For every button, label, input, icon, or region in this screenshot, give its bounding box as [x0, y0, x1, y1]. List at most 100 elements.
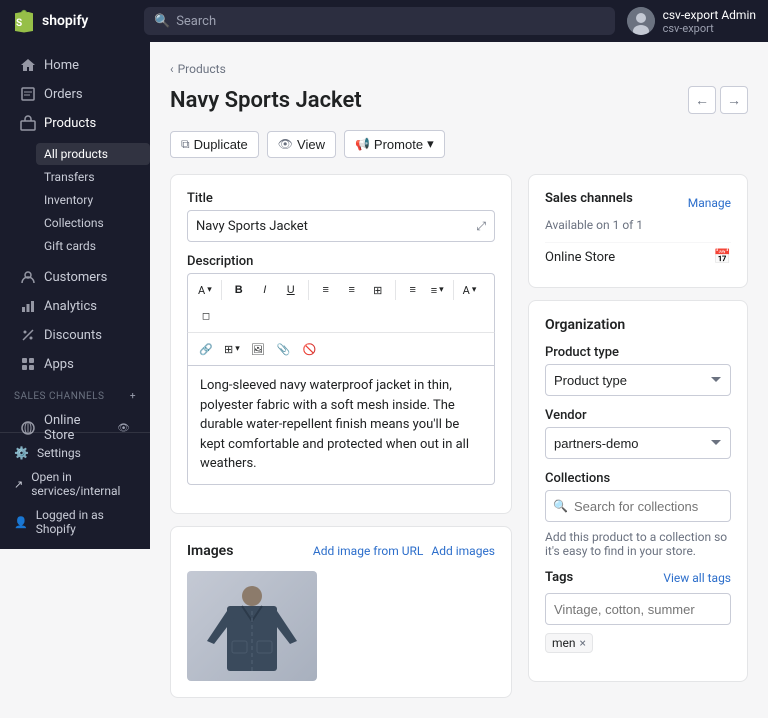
collections-search-icon: 🔍 — [553, 499, 568, 513]
collections-search-input[interactable] — [545, 490, 731, 522]
duplicate-icon: ⧉ — [181, 137, 190, 152]
main-content: ‹ Products Navy Sports Jacket ← → ⧉ Dupl… — [150, 42, 768, 718]
rte-align-dropdown[interactable]: ≡ ▾ — [427, 278, 448, 302]
rte-indent-btn[interactable]: ⊞ — [366, 278, 390, 302]
nav-admin-info: csv-export Admin csv-export — [663, 8, 756, 35]
description-label: Description — [187, 254, 495, 269]
organization-title: Organization — [545, 317, 731, 333]
sidebar-item-label: Home — [44, 58, 79, 73]
sidebar-item-apps[interactable]: Apps — [6, 350, 144, 378]
promote-icon: 📢 — [355, 137, 370, 151]
calendar-icon[interactable]: 📅 — [714, 249, 731, 265]
search-placeholder: Search — [176, 14, 216, 29]
vendor-label: Vendor — [545, 408, 731, 423]
shopify-text: shopify — [42, 13, 88, 29]
view-button[interactable]: 👁 View — [267, 131, 336, 158]
rte-bold-btn[interactable]: B — [227, 278, 251, 302]
rte-html-btn[interactable]: ◻ — [194, 304, 218, 328]
customers-icon — [20, 269, 36, 285]
sidebar-item-discounts[interactable]: Discounts — [6, 321, 144, 349]
sidebar-sub-transfers[interactable]: Transfers — [36, 166, 150, 188]
rte-table-dropdown[interactable]: ⊞ ▾ — [220, 337, 244, 361]
title-input[interactable]: Navy Sports Jacket ⤢ — [187, 210, 495, 242]
sidebar-sub-all-products[interactable]: All products — [36, 143, 150, 165]
sidebar-item-label: Analytics — [44, 299, 97, 314]
products-icon — [20, 115, 36, 131]
expand-icon: ⤢ — [476, 219, 486, 234]
manage-link[interactable]: Manage — [688, 196, 731, 210]
sales-channels-label: SALES CHANNELS + — [0, 379, 150, 406]
shopify-logo[interactable]: S shopify — [12, 9, 132, 33]
rte-separator-3 — [395, 280, 396, 300]
rte-ul-btn[interactable]: ≡ — [314, 278, 338, 302]
dropdown-arrow-3: ▾ — [472, 285, 477, 295]
rte-underline-btn[interactable]: U — [279, 278, 303, 302]
breadcrumb-link[interactable]: Products — [178, 62, 226, 76]
right-column: Sales channels Manage Available on 1 of … — [528, 174, 748, 698]
sidebar-item-label: Customers — [44, 270, 107, 285]
images-header: Images Add image from URL Add images — [187, 543, 495, 559]
collections-search-wrap: 🔍 — [545, 490, 731, 522]
add-images-link[interactable]: Add images — [431, 544, 495, 558]
sidebar-item-products[interactable]: Products — [6, 109, 144, 137]
sales-channels-header: Sales channels Manage — [545, 191, 731, 214]
sidebar: Home Orders Products All products Transf… — [0, 42, 150, 549]
tag-remove-men[interactable]: × — [580, 636, 586, 650]
tag-chip-men: men × — [545, 633, 593, 653]
next-product-button[interactable]: → — [720, 86, 748, 114]
home-icon — [20, 57, 36, 73]
collections-label: Collections — [545, 471, 731, 486]
rte-italic-btn[interactable]: I — [253, 278, 277, 302]
rte-clear-btn[interactable]: 🚫 — [298, 337, 322, 361]
dropdown-arrow-4: ▾ — [235, 344, 240, 354]
open-services-item[interactable]: ↗ Open in services/internal — [0, 465, 150, 503]
add-sales-channel-icon[interactable]: + — [130, 391, 136, 402]
sales-channels-card: Sales channels Manage Available on 1 of … — [528, 174, 748, 288]
duplicate-button[interactable]: ⧉ Duplicate — [170, 131, 259, 158]
sidebar-item-label: Discounts — [44, 328, 102, 343]
view-all-tags-link[interactable]: View all tags — [663, 571, 731, 585]
sidebar-item-home[interactable]: Home — [6, 51, 144, 79]
description-field: Description A ▾ B I U ≡ ≡ — [187, 254, 495, 485]
description-text: Long-sleeved navy waterproof jacket in t… — [200, 376, 482, 474]
tags-input[interactable] — [545, 593, 731, 625]
settings-item[interactable]: ⚙️ Settings — [0, 441, 150, 465]
promote-button[interactable]: 📢 Promote ▾ — [344, 130, 445, 158]
sidebar-sub-collections[interactable]: Collections — [36, 212, 150, 234]
action-bar: ⧉ Duplicate 👁 View 📢 Promote ▾ — [170, 130, 748, 158]
sidebar-sub-inventory[interactable]: Inventory — [36, 189, 150, 211]
rte-heading-dropdown[interactable]: A ▾ — [194, 278, 216, 302]
tag-label: men — [552, 636, 576, 650]
rte-content[interactable]: Long-sleeved navy waterproof jacket in t… — [187, 365, 495, 485]
product-type-label: Product type — [545, 345, 731, 360]
avatar[interactable] — [627, 7, 655, 35]
external-icon: ↗ — [14, 478, 23, 491]
images-links: Add image from URL Add images — [313, 544, 495, 558]
sidebar-item-orders[interactable]: Orders — [6, 80, 144, 108]
product-image[interactable] — [187, 571, 317, 681]
sidebar-item-customers[interactable]: Customers — [6, 263, 144, 291]
search-bar[interactable]: 🔍 Search — [144, 7, 615, 35]
rte-image-btn[interactable]: 🖼 — [246, 337, 270, 361]
page-title: Navy Sports Jacket — [170, 88, 362, 113]
prev-product-button[interactable]: ← — [688, 86, 716, 114]
view-icon: 👁 — [278, 137, 293, 151]
rte-align-btn[interactable]: ≡ — [401, 278, 425, 302]
user-icon: 👤 — [14, 516, 28, 529]
sidebar-item-analytics[interactable]: Analytics — [6, 292, 144, 320]
breadcrumb-arrow: ‹ — [170, 62, 174, 76]
rte-link-btn[interactable]: 🔗 — [194, 337, 218, 361]
add-image-url-link[interactable]: Add image from URL — [313, 544, 424, 558]
sidebar-bottom: ⚙️ Settings ↗ Open in services/internal … — [0, 432, 150, 549]
rte-ol-btn[interactable]: ≡ — [340, 278, 364, 302]
content-grid: Title Navy Sports Jacket ⤢ Description A… — [170, 174, 748, 698]
rte-embed-btn[interactable]: 📎 — [272, 337, 296, 361]
tags-field: Tags View all tags men × — [545, 570, 731, 653]
rte-separator-1 — [221, 280, 222, 300]
sidebar-sub-gift-cards[interactable]: Gift cards — [36, 235, 150, 257]
vendor-select[interactable]: partners-demo — [545, 427, 731, 459]
product-type-select[interactable]: Product type — [545, 364, 731, 396]
rte-color-dropdown[interactable]: A ▾ — [459, 278, 481, 302]
sidebar-item-label: Products — [44, 116, 96, 131]
dropdown-arrow-2: ▾ — [439, 285, 444, 295]
